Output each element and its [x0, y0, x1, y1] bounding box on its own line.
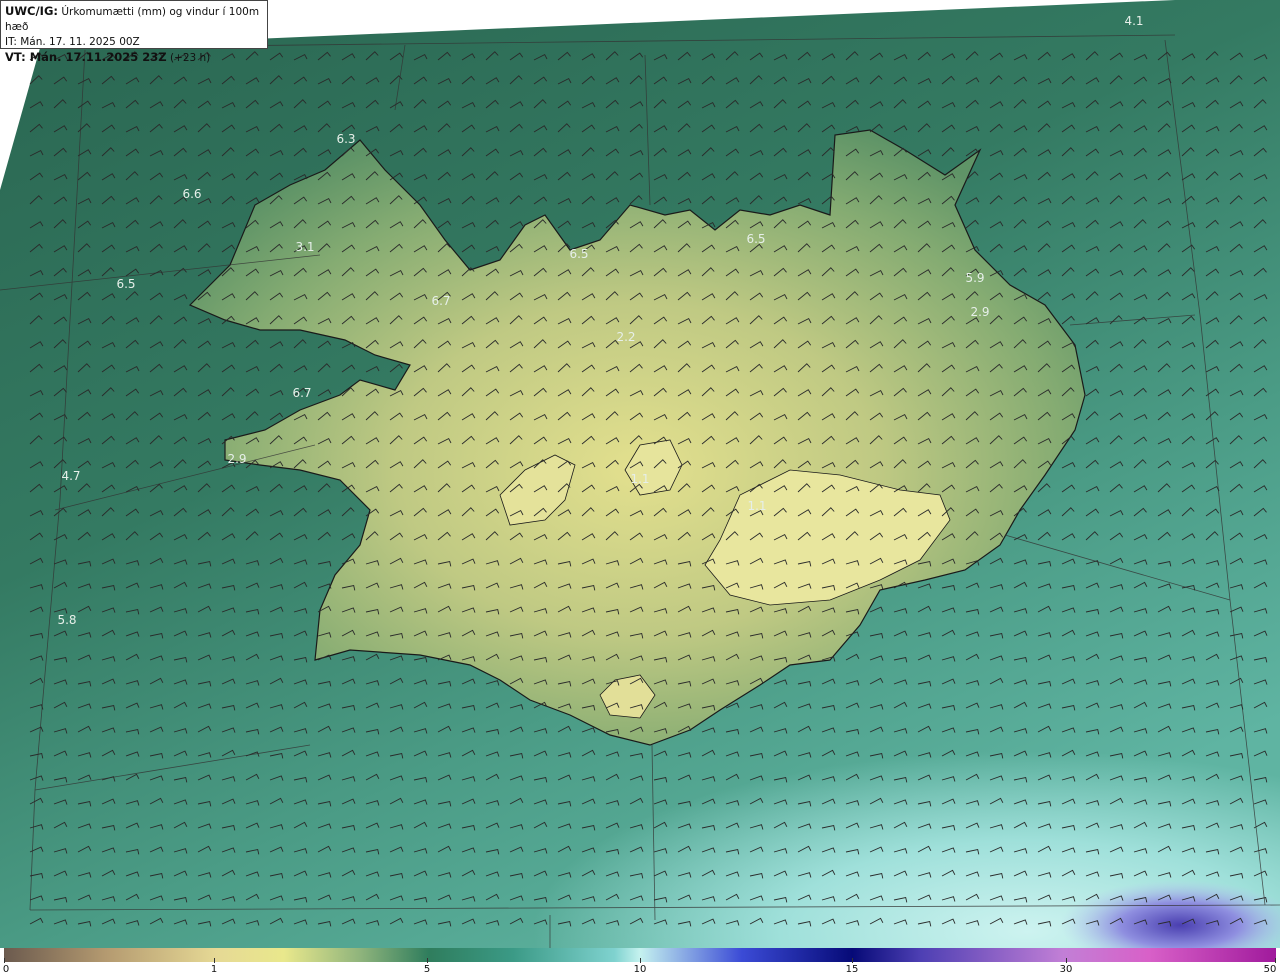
initial-time: IT: Mán. 17. 11. 2025 00Z — [5, 36, 140, 48]
value-label: 6.5 — [746, 232, 766, 246]
colorbar-tick: 1 — [210, 964, 218, 975]
value-label: 2.9 — [227, 452, 247, 466]
value-label: 3.1 — [295, 240, 315, 254]
value-label: 4.1 — [1124, 14, 1144, 28]
value-label: 6.5 — [569, 247, 589, 261]
colorbar-tick: 10 — [633, 964, 647, 975]
colorbar-tick: 15 — [845, 964, 859, 975]
lead-time: (+23 h) — [169, 52, 211, 64]
value-label: 2.2 — [616, 330, 636, 344]
valid-time: VT: Mán. 17.11.2025 23Z — [5, 50, 167, 64]
colorbar: 0 1 5 10 15 30 50 — [0, 948, 1280, 978]
value-label: 2.9 — [970, 305, 990, 319]
colorbar-tick: 30 — [1059, 964, 1073, 975]
colorbar-tick: 50 — [1263, 964, 1277, 975]
value-label: 4.7 — [61, 469, 81, 483]
product-code: UWC/IG: — [5, 4, 58, 18]
value-label: 1.1 — [630, 472, 650, 486]
colorbar-tick: 0 — [2, 964, 10, 975]
value-label: 5.8 — [57, 613, 77, 627]
value-label: 6.7 — [431, 294, 451, 308]
value-label: 6.7 — [292, 386, 312, 400]
value-label: 1.1 — [747, 499, 767, 513]
map-info-box: UWC/IG: Úrkomumætti (mm) og vindur í 100… — [0, 0, 268, 64]
value-label: 5.9 — [965, 271, 985, 285]
colorbar-tick: 5 — [423, 964, 431, 975]
value-label: 6.3 — [336, 132, 356, 146]
value-label: 6.6 — [182, 187, 202, 201]
value-label: 6.5 — [116, 277, 136, 291]
